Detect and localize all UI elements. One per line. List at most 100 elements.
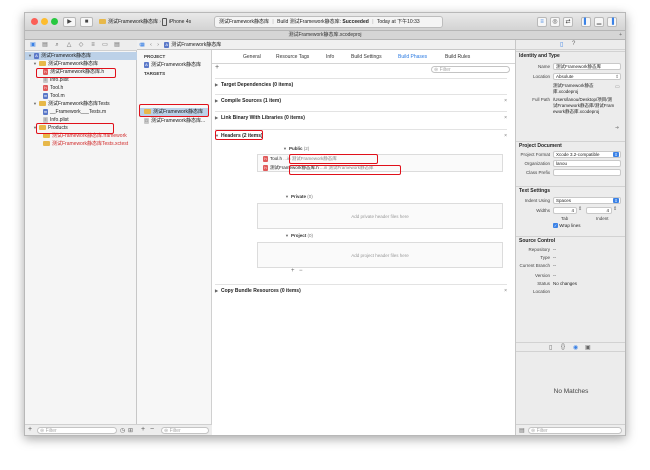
folder-icon[interactable]: ▣ — [29, 42, 37, 49]
tree-item-tests-group[interactable]: ▼ 测试Framework静态库Tests — [25, 100, 137, 108]
delete-phase-icon[interactable]: × — [504, 112, 507, 124]
reveal-arrow-icon[interactable]: ➜ — [615, 125, 619, 131]
sc-location-label: Location — [532, 289, 550, 294]
close-window-button[interactable] — [31, 18, 38, 25]
tree-item-tool-h[interactable]: h Tool.h — [25, 84, 137, 92]
tree-item-group[interactable]: ▼ 测试Framework静态库 — [25, 60, 137, 68]
delete-phase-icon[interactable]: × — [504, 95, 507, 107]
search-icon[interactable]: ⌕ — [53, 42, 61, 49]
location-select[interactable]: Absolute ⇕ — [553, 73, 621, 80]
quick-help-icon[interactable]: ? — [572, 41, 575, 47]
add-icon[interactable]: + — [28, 426, 32, 434]
private-headers-drop-area[interactable]: Add private header files here — [257, 203, 503, 229]
xcode-window: ▶ ■ 测试Framework静态库 › iPhone 4s 测试Framewo… — [24, 12, 626, 436]
organization-field[interactable]: lanou — [553, 160, 621, 167]
phase-copy-bundle-resources[interactable]: ▶ Copy Bundle Resources (0 items) × — [215, 284, 507, 296]
zoom-window-button[interactable] — [51, 18, 58, 25]
toggle-navigator-button[interactable]: ▌ — [581, 17, 591, 27]
scm-filter-icon[interactable]: ⊞ — [128, 427, 133, 434]
private-headers-label[interactable]: ▼ Private (0) — [285, 194, 313, 199]
tab-stepper-icon[interactable]: ⇕ — [578, 206, 582, 212]
toggle-debug-button[interactable]: ▁ — [594, 17, 604, 27]
media-library-icon[interactable]: ▣ — [585, 344, 591, 351]
stop-button[interactable]: ■ — [80, 17, 93, 27]
add-tab-icon[interactable]: + — [619, 31, 622, 40]
report-icon[interactable]: ▤ — [113, 42, 121, 49]
project-format-select[interactable]: Xcode 3.2-compatible ⇕ — [553, 151, 621, 158]
code-snippet-icon[interactable]: {} — [561, 344, 565, 350]
name-label: Name — [537, 64, 550, 69]
targets-panel: ▭ PROJECT A 测试Framework静态库 TARGETS 测试Fram… — [137, 42, 212, 435]
project-headers-drop-area[interactable]: Add project header files here — [257, 242, 503, 268]
warning-icon[interactable]: △ — [65, 42, 73, 49]
recent-files-icon[interactable]: ◷ — [120, 427, 125, 434]
source-control-section-title: Source Control — [516, 236, 625, 245]
tab-build-rules[interactable]: Build Rules — [445, 50, 470, 64]
indent-label: Indent — [596, 216, 609, 221]
phases-filter-input[interactable]: ⊜ Filter — [431, 66, 510, 73]
tab-build-phases[interactable]: Build Phases — [398, 50, 427, 64]
target-list-item-tests[interactable]: □ 测试Framework静态库... — [144, 117, 205, 125]
grid-view-icon[interactable]: ▤ — [519, 427, 525, 434]
test-icon[interactable]: ◇ — [77, 42, 85, 49]
tree-item-tool-m[interactable]: m Tool.m — [25, 92, 137, 100]
tab-build-settings[interactable]: Build Settings — [351, 50, 382, 64]
phase-compile-sources[interactable]: ▶ Compile Sources (1 item) × — [215, 94, 507, 106]
indent-using-select[interactable]: Spaces ⇕ — [553, 197, 621, 204]
standard-editor-button[interactable]: ≡ — [537, 17, 547, 27]
public-headers-label[interactable]: ▼ Public (2) — [283, 146, 309, 151]
sidebar-toggle-icon[interactable]: ▭ — [139, 41, 145, 48]
indent-stepper-icon[interactable]: ⇕ — [613, 206, 617, 212]
tab-width-field[interactable]: 4 — [553, 207, 577, 214]
symbol-icon[interactable]: ▤ — [41, 42, 49, 49]
file-template-icon[interactable]: ▯ — [549, 344, 552, 351]
tab-resource-tags[interactable]: Resource Tags — [276, 50, 309, 64]
project-list-item[interactable]: A 测试Framework静态库 — [144, 61, 201, 69]
delete-phase-icon[interactable]: × — [504, 130, 507, 142]
targets-filter-input[interactable]: ⊜ Filter — [161, 427, 209, 434]
tab-label: Tab — [561, 216, 569, 221]
scheme-selector[interactable]: 测试Framework静态库 › iPhone 4s — [99, 17, 191, 27]
wrap-lines-checkbox[interactable]: ✓ Wrap lines — [553, 223, 580, 229]
location-label: Location — [532, 74, 550, 79]
class-prefix-field[interactable] — [553, 169, 621, 176]
debug-icon[interactable]: ≡ — [89, 42, 97, 49]
tree-item-tests-m[interactable]: m __Framework___Tests.m — [25, 108, 137, 116]
full-path-label: Full Path — [532, 97, 550, 102]
organization-label: Organization — [524, 161, 550, 166]
tab-general[interactable]: General — [243, 50, 261, 64]
add-target-icon[interactable]: + — [141, 426, 145, 434]
phase-link-binary[interactable]: ▶ Link Binary With Libraries (0 items) × — [215, 111, 507, 123]
add-phase-icon[interactable]: + — [215, 64, 219, 71]
text-settings-section-title: Text Settings — [516, 186, 625, 195]
folder-icon[interactable]: ▭ — [615, 84, 620, 90]
full-path-value: /Users/lanou/Desktop/项目/测试Framework静态库/测… — [553, 97, 615, 114]
tree-item-project[interactable]: ▼ A 测试Framework静态库 — [25, 52, 137, 60]
add-header-icon[interactable]: + — [291, 268, 295, 274]
minimize-window-button[interactable] — [41, 18, 48, 25]
object-library-icon[interactable]: ◉ — [573, 344, 578, 351]
indent-width-field[interactable]: 4 — [586, 207, 612, 214]
delete-phase-icon[interactable]: × — [504, 285, 507, 297]
toggle-utilities-button[interactable]: ▐ — [607, 17, 617, 27]
project-headers-label[interactable]: ▼ Project (0) — [285, 233, 313, 238]
private-placeholder: Add private header files here — [351, 214, 409, 219]
file-inspector-icon[interactable]: ▯ — [560, 41, 563, 48]
tab-info[interactable]: Info — [326, 50, 334, 64]
version-editor-button[interactable]: ⇄ — [563, 17, 573, 27]
tree-item-xctest-product[interactable]: 测试Framework静态库Tests.xctest — [25, 140, 137, 148]
build-phases-editor: General Resource Tags Info Build Setting… — [212, 50, 515, 435]
remove-header-icon[interactable]: − — [299, 268, 303, 274]
remove-target-icon[interactable]: − — [150, 426, 154, 434]
name-field[interactable]: 测试Framework静态库 — [553, 63, 621, 70]
phase-target-dependencies[interactable]: ▶ Target Dependencies (0 items) — [215, 78, 507, 90]
header-file-icon: h — [263, 155, 268, 162]
library-filter-input[interactable]: ⊜ Filter — [528, 427, 622, 434]
status-value: No changes — [553, 281, 578, 286]
run-button[interactable]: ▶ — [63, 17, 76, 27]
breakpoint-icon[interactable]: ▭ — [101, 42, 109, 49]
navigator-selector-bar: ▣ ▤ ⌕ △ ◇ ≡ ▭ ▤ — [25, 40, 137, 51]
navigator-filter-input[interactable]: ⊜ Filter — [37, 427, 117, 434]
window-title-bar: 测试Framework静态库.xcodeproj + — [25, 31, 625, 40]
assistant-editor-button[interactable]: ◎ — [550, 17, 560, 27]
